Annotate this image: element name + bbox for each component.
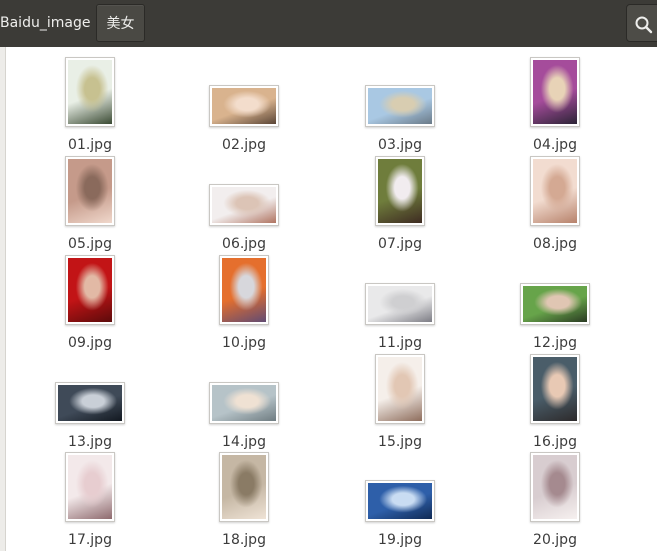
breadcrumb-current[interactable]: 美女: [96, 4, 145, 42]
file-item[interactable]: 19.jpg: [340, 452, 460, 550]
image-preview: [68, 159, 112, 223]
file-thumbnail: [530, 57, 580, 127]
file-item[interactable]: 01.jpg: [30, 57, 150, 155]
image-preview: [222, 455, 266, 519]
image-preview: [68, 258, 112, 322]
image-preview: [378, 357, 422, 421]
file-name: 10.jpg: [222, 335, 266, 351]
file-thumbnail: [209, 382, 279, 424]
file-name: 18.jpg: [222, 532, 266, 548]
file-name: 14.jpg: [222, 434, 266, 450]
file-item[interactable]: 18.jpg: [184, 452, 304, 550]
file-item[interactable]: 07.jpg: [340, 156, 460, 254]
file-name: 01.jpg: [68, 137, 112, 153]
file-item[interactable]: 04.jpg: [495, 57, 615, 155]
file-thumbnail: [219, 452, 269, 522]
image-preview: [58, 385, 122, 421]
file-name: 12.jpg: [533, 335, 577, 351]
file-name: 09.jpg: [68, 335, 112, 351]
file-item[interactable]: 17.jpg: [30, 452, 150, 550]
file-name: 13.jpg: [68, 434, 112, 450]
file-item[interactable]: 06.jpg: [184, 156, 304, 254]
image-preview: [212, 187, 276, 223]
image-preview: [533, 455, 577, 519]
file-item[interactable]: 20.jpg: [495, 452, 615, 550]
file-thumbnail: [65, 452, 115, 522]
file-thumbnail: [530, 156, 580, 226]
file-name: 16.jpg: [533, 434, 577, 450]
image-preview: [212, 88, 276, 124]
file-thumbnail: [219, 255, 269, 325]
image-preview: [378, 159, 422, 223]
file-name: 03.jpg: [378, 137, 422, 153]
file-item[interactable]: 15.jpg: [340, 354, 460, 452]
file-name: 15.jpg: [378, 434, 422, 450]
file-name: 04.jpg: [533, 137, 577, 153]
file-thumbnail: [365, 480, 435, 522]
search-button[interactable]: [626, 4, 657, 42]
file-thumbnail: [65, 255, 115, 325]
file-thumbnail: [375, 354, 425, 424]
file-item[interactable]: 09.jpg: [30, 255, 150, 353]
file-item[interactable]: 08.jpg: [495, 156, 615, 254]
file-thumbnail: [65, 57, 115, 127]
image-preview: [68, 455, 112, 519]
file-item[interactable]: 14.jpg: [184, 354, 304, 452]
image-preview: [533, 60, 577, 124]
search-icon: [635, 16, 653, 34]
file-name: 07.jpg: [378, 236, 422, 252]
file-name: 17.jpg: [68, 532, 112, 548]
image-preview: [212, 385, 276, 421]
file-thumbnail: [365, 85, 435, 127]
file-item[interactable]: 11.jpg: [340, 255, 460, 353]
file-thumbnail: [65, 156, 115, 226]
image-preview: [523, 286, 587, 322]
file-item[interactable]: 02.jpg: [184, 57, 304, 155]
breadcrumb-parent[interactable]: Baidu_image: [0, 4, 93, 42]
image-preview: [533, 357, 577, 421]
file-thumbnail: [209, 85, 279, 127]
file-item[interactable]: 03.jpg: [340, 57, 460, 155]
file-name: 08.jpg: [533, 236, 577, 252]
file-thumbnail: [375, 156, 425, 226]
image-preview: [368, 483, 432, 519]
file-name: 11.jpg: [378, 335, 422, 351]
file-name: 02.jpg: [222, 137, 266, 153]
file-name: 05.jpg: [68, 236, 112, 252]
file-thumbnail: [209, 184, 279, 226]
file-name: 19.jpg: [378, 532, 422, 548]
file-thumbnail: [530, 354, 580, 424]
image-preview: [533, 159, 577, 223]
file-item[interactable]: 12.jpg: [495, 255, 615, 353]
file-name: 20.jpg: [533, 532, 577, 548]
file-name: 06.jpg: [222, 236, 266, 252]
image-preview: [368, 286, 432, 322]
file-item[interactable]: 13.jpg: [30, 354, 150, 452]
sidebar-edge: [0, 47, 6, 551]
file-thumbnail: [55, 382, 125, 424]
file-thumbnail: [365, 283, 435, 325]
file-item[interactable]: 16.jpg: [495, 354, 615, 452]
file-manager-header: Baidu_image 美女: [0, 0, 657, 47]
file-thumbnail: [520, 283, 590, 325]
file-item[interactable]: 05.jpg: [30, 156, 150, 254]
file-thumbnail: [530, 452, 580, 522]
image-preview: [68, 60, 112, 124]
file-item[interactable]: 10.jpg: [184, 255, 304, 353]
image-preview: [368, 88, 432, 124]
image-preview: [222, 258, 266, 322]
